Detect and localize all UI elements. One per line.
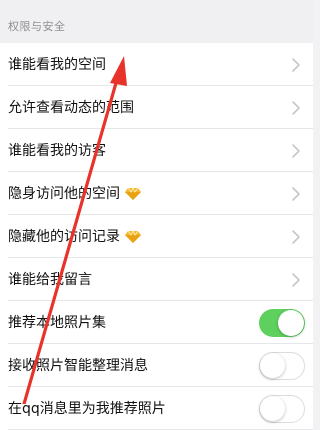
row-label: 隐藏他的访问记录 (8, 228, 120, 245)
chevron-right-icon (292, 143, 300, 158)
row-who-can-view-space[interactable]: 谁能看我的空间 (0, 43, 313, 86)
toggle-knob (260, 352, 285, 378)
recommend-photos-in-qq-toggle[interactable] (259, 394, 305, 423)
row-label: 谁能看我的空间 (8, 56, 106, 73)
chevron-right-icon (292, 100, 300, 115)
section-title: 权限与安全 (8, 20, 66, 33)
toggle-knob (278, 309, 304, 336)
settings-list: 谁能看我的空间 允许查看动态的范围 谁能看我的访客 隐身访问他的空间 隐藏他的访… (0, 43, 313, 430)
row-hide-visit-record[interactable]: 隐藏他的访问记录 (0, 215, 313, 258)
row-label: 谁能给我留言 (8, 271, 92, 288)
row-label: 接收照片智能整理消息 (8, 357, 148, 374)
toggle-knob (260, 395, 285, 421)
chevron-right-icon (292, 186, 300, 201)
section-header: 权限与安全 (0, 0, 313, 43)
row-label: 允许查看动态的范围 (8, 99, 134, 116)
diamond-icon (125, 229, 141, 243)
row-label: 推荐本地照片集 (8, 314, 106, 331)
chevron-right-icon (292, 272, 300, 287)
row-invisible-visit[interactable]: 隐身访问他的空间 (0, 172, 313, 215)
row-recommend-local-photos: 推荐本地照片集 (0, 301, 313, 344)
row-who-can-leave-message[interactable]: 谁能给我留言 (0, 258, 313, 301)
chevron-right-icon (292, 229, 300, 244)
chevron-right-icon (292, 57, 300, 72)
row-label: 隐身访问他的空间 (8, 185, 120, 202)
row-who-can-view-visitors[interactable]: 谁能看我的访客 (0, 129, 313, 172)
diamond-icon (125, 186, 141, 200)
row-recommend-photos-in-qq-messages: 在qq消息里为我推荐照片 (0, 387, 313, 430)
receive-photo-organize-toggle[interactable] (259, 351, 305, 380)
row-label: 谁能看我的访客 (8, 142, 106, 159)
row-receive-photo-organize-messages: 接收照片智能整理消息 (0, 344, 313, 387)
recommend-local-photos-toggle[interactable] (259, 308, 305, 337)
row-allow-view-feed-range[interactable]: 允许查看动态的范围 (0, 86, 313, 129)
